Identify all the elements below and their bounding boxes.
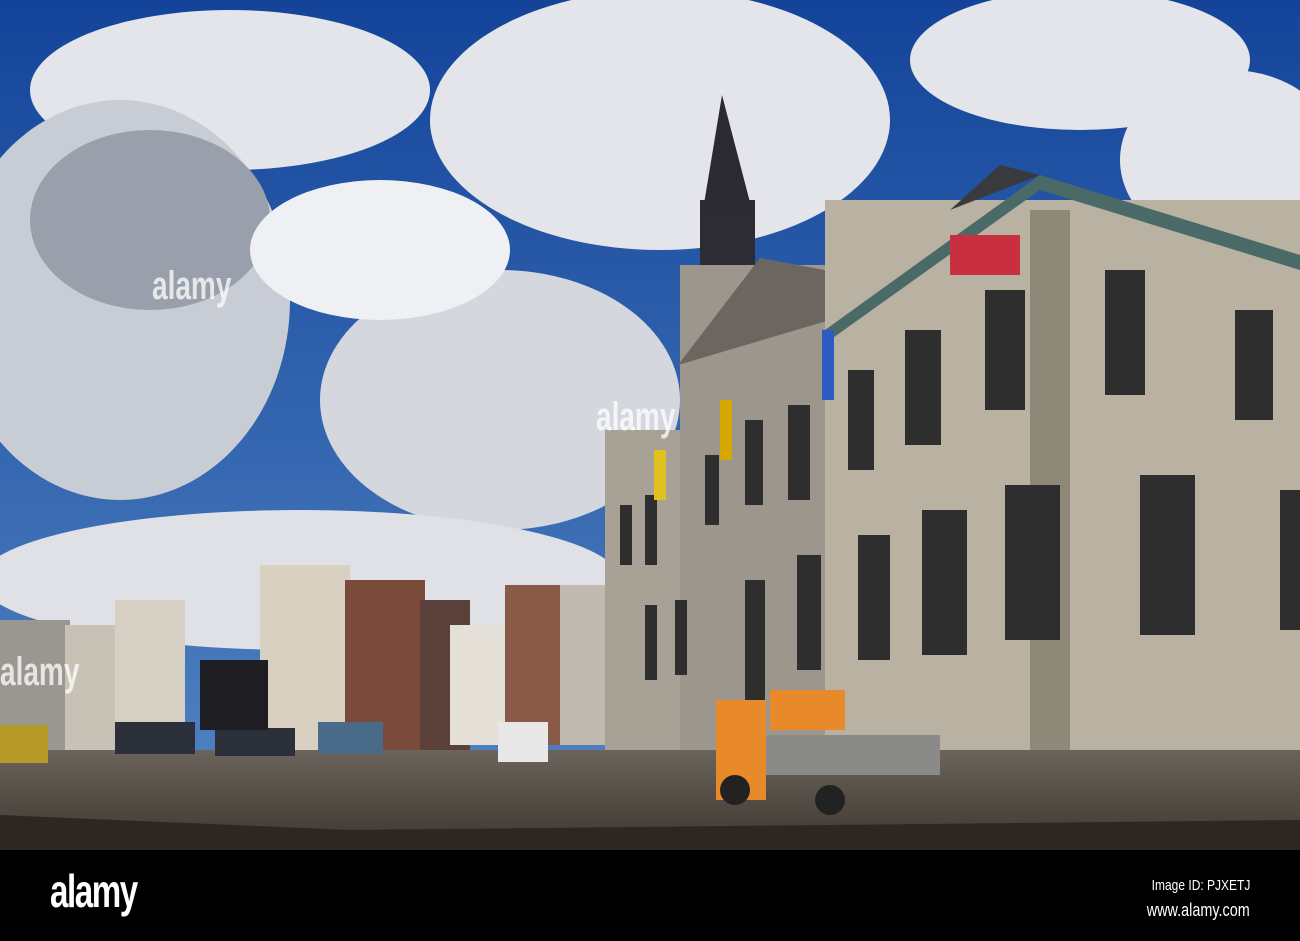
flag [950,235,1020,275]
watermark: alamy [152,264,232,308]
image-id: Image ID: PJXETJ [1151,877,1250,894]
watermark: alamy [0,650,80,694]
town-hall [605,95,1300,800]
signboard [200,660,268,730]
site-url[interactable]: www.alamy.com [1147,900,1250,921]
footer-bar: alamy Image ID: PJXETJ www.alamy.com [0,850,1300,941]
watermark: alamy [596,395,676,439]
alamy-logo[interactable]: alamy [50,864,138,918]
stock-photo: alamy alamy alamy alamy Image ID: PJXETJ… [0,0,1300,941]
